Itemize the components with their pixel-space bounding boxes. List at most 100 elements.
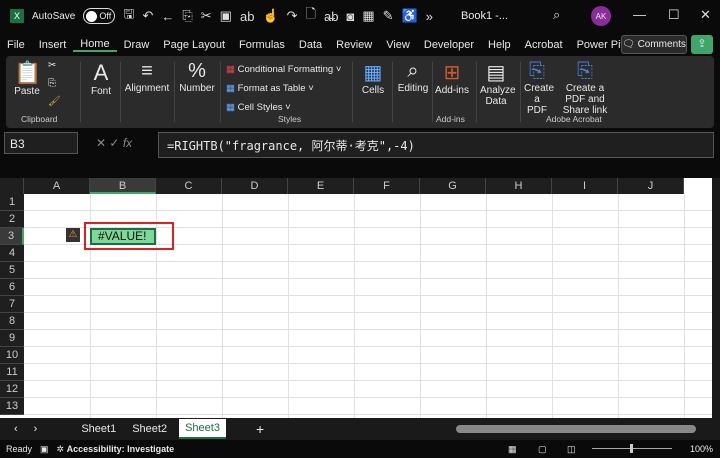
font-button[interactable]: A Font [86,60,116,97]
tab-formulas[interactable]: Formulas [232,39,292,51]
page-break-icon[interactable]: ◫ [567,444,576,455]
back-icon[interactable]: ← [161,9,174,24]
maximize-icon[interactable]: ☐ [668,7,680,23]
select-all[interactable] [0,178,24,194]
conditional-formatting-button[interactable]: ▦ Conditional Formatting ˅ [226,60,341,79]
cut-button[interactable]: ✂ [48,60,56,71]
tab-data[interactable]: Data [292,39,329,51]
row-header-11[interactable]: 11 [0,364,24,381]
avatar[interactable]: AK [591,6,611,26]
tab-draw[interactable]: Draw [117,39,157,51]
column-header-I[interactable]: I [552,178,618,194]
tab-review[interactable]: Review [329,39,379,51]
add-sheet-icon[interactable]: + [256,421,264,437]
touch-icon[interactable]: ☝ [262,8,278,24]
column-header-G[interactable]: G [420,178,486,194]
copy-icon[interactable]: ⎘ [182,8,192,24]
zoom-thumb[interactable] [630,444,633,453]
tab-file[interactable]: File [0,39,32,51]
vertical-scrollbar[interactable] [712,178,720,418]
row-header-9[interactable]: 9 [0,330,24,347]
search-icon: ⌕ [407,60,419,82]
row-header-2[interactable]: 2 [0,211,24,228]
create-pdf-button[interactable]: ⎘ Create a PDF [524,60,555,116]
more-icon[interactable]: » [426,9,433,24]
column-header-F[interactable]: F [354,178,420,194]
column-header-J[interactable]: J [618,178,684,194]
tab-developer[interactable]: Developer [417,39,481,51]
cancel-icon[interactable]: ✕ [96,136,106,150]
search-icon[interactable]: ⌕ [553,7,560,23]
share-button[interactable]: ⇪ [691,35,713,54]
spreadsheet-grid[interactable]: A B C D E F G H I J 1 2 3 4 5 6 7 8 9 10 11 12 13 [0,178,712,418]
sheet-tab-3[interactable]: Sheet3 [179,419,226,439]
row-header-8[interactable]: 8 [0,313,24,330]
fx-icon[interactable]: fx [123,136,132,150]
create-share-pdf-button[interactable]: ⎘ Create a PDF and Share link [556,60,614,116]
normal-view-icon[interactable]: ▦ [508,444,517,455]
tab-home[interactable]: Home [73,38,117,52]
tab-insert[interactable]: Insert [32,39,74,51]
next-sheet-icon[interactable]: › [34,423,38,435]
redo-icon[interactable]: ↷ [287,8,298,24]
format-as-table-button[interactable]: ▦ Format as Table ˅ [226,79,341,98]
row-header-12[interactable]: 12 [0,381,24,398]
strikethrough-icon[interactable]: a̶b [324,9,338,24]
camera-icon[interactable]: ◙ [346,9,354,24]
new-file-icon[interactable]: 🗋 [306,5,316,27]
zoom-level[interactable]: 100% [690,444,713,454]
save-icon[interactable]: 🖫 [123,5,134,27]
row-header-7[interactable]: 7 [0,296,24,313]
accessibility-icon[interactable]: ♿ [402,8,418,24]
sheet-tab-2[interactable]: Sheet2 [132,423,167,435]
formula-input[interactable]: =RIGHTB("fragrance, 阿尔蒂·考克",-4) [158,132,714,158]
prev-sheet-icon[interactable]: ‹ [14,423,18,435]
tab-page-layout[interactable]: Page Layout [156,39,232,51]
editing-button[interactable]: ⌕ Editing [396,60,430,94]
image-icon[interactable]: ▣ [220,8,232,24]
addins-button[interactable]: ⊞ Add-ins [434,60,470,96]
comments-button[interactable]: 🗨 Comments [621,35,687,54]
analyze-data-button[interactable]: ▤ Analyze Data [480,60,516,107]
copy-button[interactable]: ⎘ [48,78,56,89]
column-header-A[interactable]: A [24,178,90,194]
ribbon-tabs: File Insert Home Draw Page Layout Formul… [0,34,642,56]
close-icon[interactable]: ✕ [700,7,711,23]
row-header-13[interactable]: 13 [0,398,24,415]
column-header-E[interactable]: E [288,178,354,194]
edit-icon[interactable]: ✎ [383,8,394,24]
name-box[interactable]: B3 [4,132,78,154]
number-button[interactable]: % Number [178,60,216,94]
macro-icon[interactable]: ▣ [40,444,49,455]
error-warning-icon[interactable]: ⚠ [66,228,80,242]
tab-view[interactable]: View [379,39,417,51]
create-pdf-label: Create a PDF [524,83,555,116]
row-header-3[interactable]: 3 [0,228,24,245]
row-header-4[interactable]: 4 [0,245,24,262]
minimize-icon[interactable]: — [633,7,646,22]
column-header-H[interactable]: H [486,178,552,194]
format-painter-icon[interactable]: 🖌 [48,96,61,107]
enter-icon[interactable]: ✓ [109,136,119,150]
tab-acrobat[interactable]: Acrobat [518,39,570,51]
row-header-1[interactable]: 1 [0,194,24,211]
sheet-tab-1[interactable]: Sheet1 [81,423,116,435]
row-header-5[interactable]: 5 [0,262,24,279]
spelling-icon[interactable]: ab [240,9,254,24]
accessibility-status[interactable]: ✲ Accessibility: Investigate [57,444,175,455]
row-header-10[interactable]: 10 [0,347,24,364]
undo-icon[interactable]: ↶ [142,8,153,24]
horizontal-scrollbar[interactable] [456,425,696,433]
row-header-6[interactable]: 6 [0,279,24,296]
paste-button[interactable]: 📋 Paste [14,60,41,97]
cells-button[interactable]: ▦ Cells [358,60,388,96]
column-header-B[interactable]: B [90,178,156,194]
column-header-D[interactable]: D [222,178,288,194]
tab-help[interactable]: Help [481,39,518,51]
column-header-C[interactable]: C [156,178,222,194]
page-layout-icon[interactable]: ▢ [538,444,547,455]
form-icon[interactable]: ▦ [362,8,374,24]
cut-icon[interactable]: ✂ [201,8,212,24]
alignment-button[interactable]: ≡ Alignment [124,60,170,94]
autosave-toggle[interactable]: Off [83,8,116,24]
